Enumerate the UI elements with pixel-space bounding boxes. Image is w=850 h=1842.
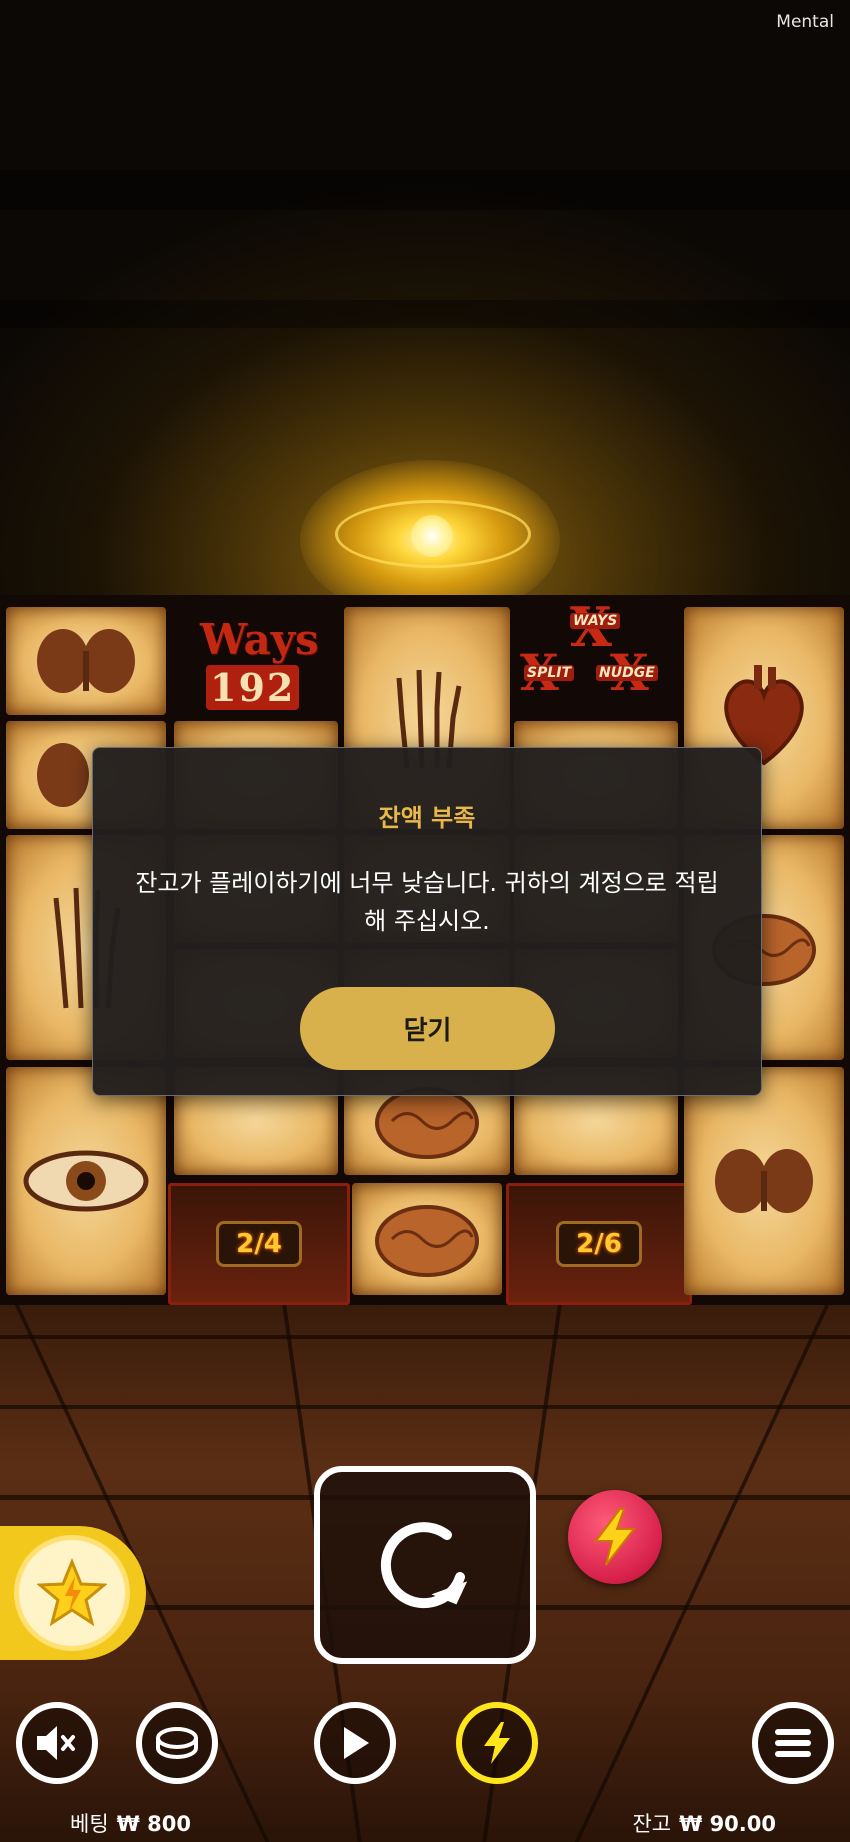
bet-label: 베팅 (70, 1812, 109, 1836)
mute-icon (37, 1726, 75, 1760)
autoplay-button[interactable] (456, 1702, 538, 1784)
star-icon (37, 1558, 107, 1627)
bet-amount-button[interactable] (136, 1702, 218, 1784)
refresh-icon (380, 1522, 468, 1609)
lightning-icon (484, 1722, 510, 1764)
dialog-message: 잔고가 플레이하기에 너무 낮습니다. 귀하의 계정으로 적립해 주십시오. (135, 869, 719, 935)
menu-icon (775, 1729, 811, 1757)
menu-button[interactable] (752, 1702, 834, 1784)
bonus-button[interactable] (14, 1535, 130, 1651)
kidney-symbol (684, 1067, 844, 1295)
kidney-icon (715, 1149, 813, 1213)
balance-label: 잔고 (632, 1812, 672, 1836)
lamp-bulb (411, 515, 453, 557)
brain-symbol (352, 1183, 502, 1295)
close-button[interactable]: 닫기 (300, 987, 555, 1070)
kidney-symbol (6, 607, 166, 715)
nudge-counter-left: 2/4 (216, 1221, 302, 1267)
ways-label: Ways (200, 615, 319, 664)
turbo-button[interactable] (568, 1490, 662, 1584)
insufficient-balance-dialog: 잔액 부족 잔고가 플레이하기에 너무 낮습니다. 귀하의 계정으로 적립해 주… (92, 747, 762, 1096)
spin-button[interactable] (314, 1466, 536, 1664)
kidney-icon (37, 629, 135, 693)
badge-split: SPLIT (524, 665, 575, 681)
balance-display: 잔고 ₩ 90.00 (632, 1808, 776, 1838)
play-icon (344, 1727, 369, 1759)
nudge-counter-cell: 2/4 (168, 1183, 350, 1305)
bonus-buy-tab[interactable] (0, 1526, 146, 1660)
sound-toggle-button[interactable] (16, 1702, 98, 1784)
brand-label: Mental (776, 12, 834, 32)
ways-count: 192 (206, 665, 300, 710)
balance-value: ₩ 90.00 (679, 1812, 776, 1836)
bet-display: 베팅 ₩ 800 (70, 1808, 191, 1838)
eye-symbol (6, 1067, 166, 1295)
lightning-icon (594, 1508, 637, 1566)
nudge-counter-right: 2/6 (556, 1221, 642, 1267)
ceiling-beam (0, 300, 850, 328)
badge-ways: WAYS (570, 613, 621, 629)
brain-icon (375, 1205, 479, 1277)
ceiling-beam (0, 170, 850, 210)
badge-nudge: NUDGE (596, 665, 658, 681)
bet-value: ₩ 800 (116, 1812, 191, 1836)
dialog-title: 잔액 부족 (378, 804, 476, 832)
play-button[interactable] (314, 1702, 396, 1784)
eye-icon (23, 1150, 149, 1212)
coin-icon (156, 1727, 198, 1759)
nudge-counter-cell: 2/6 (506, 1183, 692, 1305)
